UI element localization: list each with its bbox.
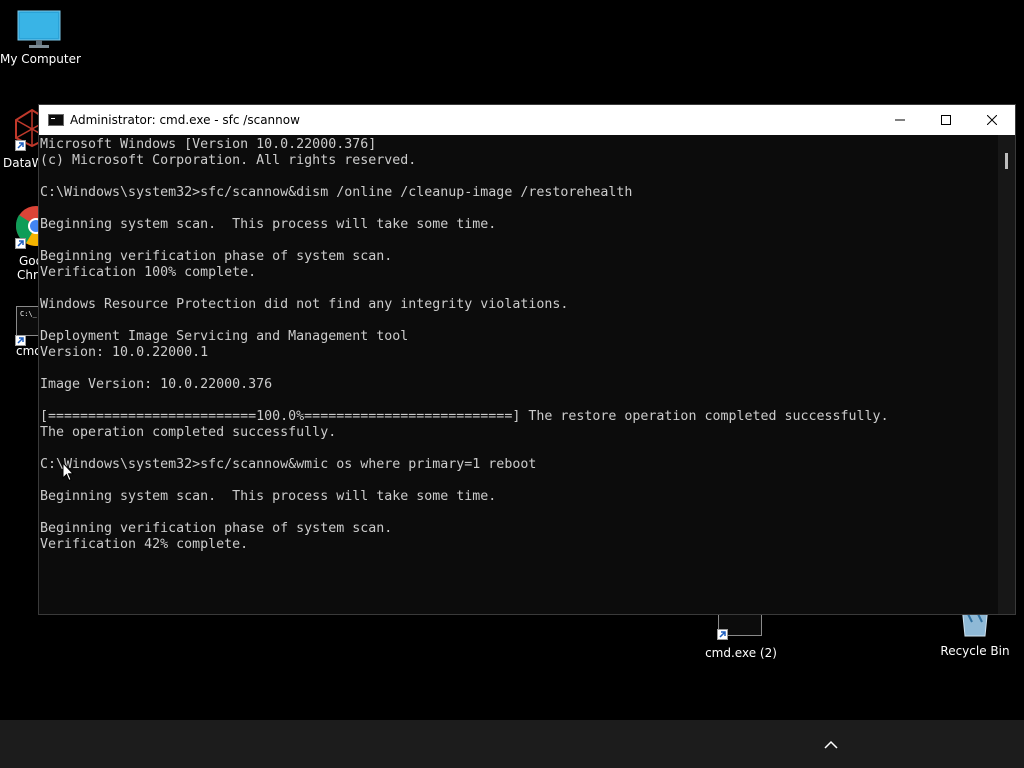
minimize-button[interactable]: [877, 105, 923, 135]
console-line: Microsoft Windows [Version 10.0.22000.37…: [40, 137, 377, 152]
maximize-icon: [941, 115, 951, 125]
close-button[interactable]: [969, 105, 1015, 135]
mouse-cursor-icon: [62, 462, 74, 482]
show-hidden-icons-button[interactable]: [820, 734, 842, 754]
console-line: Beginning system scan. This process will…: [40, 217, 497, 232]
desktop-icon-label: Recycle Bin: [940, 644, 1010, 658]
scrollbar-thumb[interactable]: [1005, 153, 1008, 169]
cmd-window[interactable]: Administrator: cmd.exe - sfc /scannow Mi…: [38, 104, 1016, 615]
taskbar: [0, 720, 1024, 768]
console-line: C:\Windows\system32>sfc/scannow&dism /on…: [40, 185, 633, 200]
console-line: Deployment Image Servicing and Managemen…: [40, 329, 409, 344]
console-line: Image Version: 10.0.22000.376: [40, 377, 273, 392]
console-line: Beginning system scan. This process will…: [40, 489, 497, 504]
minimize-icon: [895, 119, 905, 121]
chevron-up-icon: [824, 740, 838, 749]
console-line: Verification 100% complete.: [40, 265, 257, 280]
console-line: Version: 10.0.22000.1: [40, 345, 209, 360]
maximize-button[interactable]: [923, 105, 969, 135]
vertical-scrollbar[interactable]: [998, 135, 1015, 614]
console-line: (c) Microsoft Corporation. All rights re…: [40, 153, 417, 168]
desktop-icon-label: My Computer: [0, 52, 81, 66]
console-line: Verification 42% complete.: [40, 537, 249, 552]
console-line: Beginning verification phase of system s…: [40, 521, 393, 536]
shortcut-arrow-icon: [15, 140, 26, 151]
shortcut-arrow-icon: [15, 335, 26, 346]
shortcut-arrow-icon: [717, 629, 728, 640]
console-line: C:\Windows\system32>sfc/scannow&wmic os …: [40, 457, 537, 472]
shortcut-arrow-icon: [15, 238, 26, 249]
console-line: Windows Resource Protection did not find…: [40, 297, 569, 312]
console-line: Beginning verification phase of system s…: [40, 249, 393, 264]
console-output[interactable]: Microsoft Windows [Version 10.0.22000.37…: [39, 135, 999, 614]
console-line: The operation completed successfully.: [40, 425, 337, 440]
window-titlebar[interactable]: Administrator: cmd.exe - sfc /scannow: [39, 105, 1015, 135]
close-icon: [987, 115, 997, 125]
desktop-icon-my-computer[interactable]: My Computer: [0, 10, 81, 66]
monitor-icon: [17, 10, 61, 48]
desktop-icon-label: cmd.exe (2): [705, 646, 777, 660]
console-icon: [48, 114, 64, 126]
console-line: [==========================100.0%=======…: [40, 409, 889, 424]
console-text: Microsoft Windows [Version 10.0.22000.37…: [39, 135, 999, 553]
window-title: Administrator: cmd.exe - sfc /scannow: [70, 113, 300, 127]
desktop: My Computer DataW Goo Chro C:\_ cmd cmd.…: [0, 0, 1024, 720]
